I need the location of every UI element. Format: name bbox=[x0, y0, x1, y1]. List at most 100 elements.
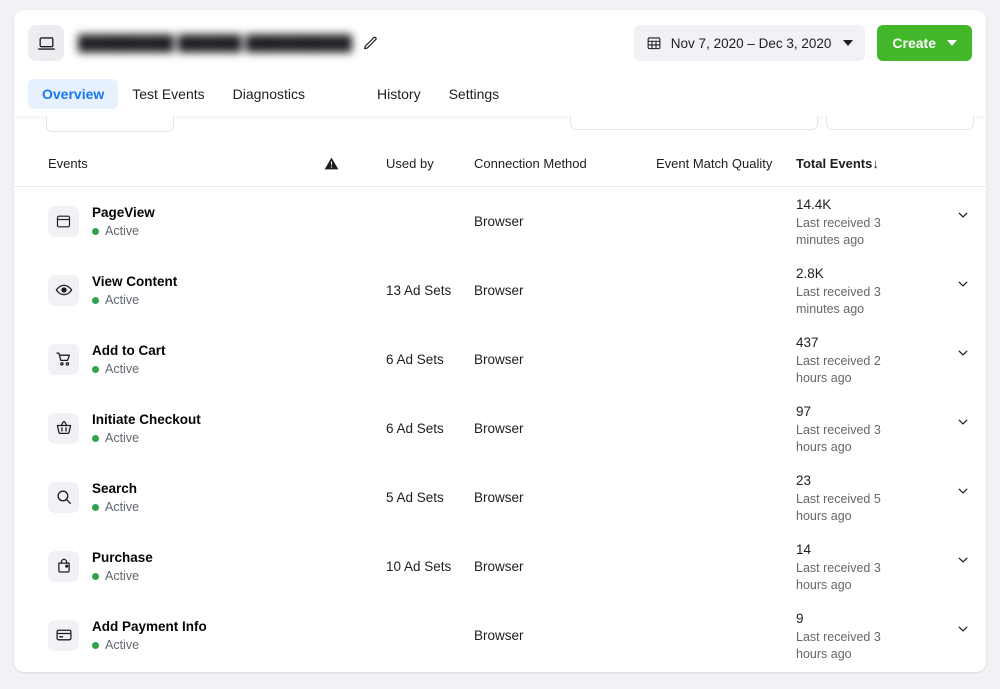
total-events-value: 437 bbox=[796, 334, 819, 350]
status-dot-icon bbox=[92, 365, 99, 373]
column-header-total-events-label: Total Events bbox=[796, 156, 873, 171]
search-icon bbox=[48, 481, 79, 513]
date-range-label: Nov 7, 2020 – Dec 3, 2020 bbox=[670, 35, 832, 51]
create-button[interactable]: Create bbox=[877, 25, 972, 61]
column-header-events[interactable]: Events bbox=[14, 146, 324, 187]
chevron-down-icon[interactable] bbox=[950, 409, 976, 435]
status-label: Active bbox=[105, 224, 140, 239]
pencil-icon[interactable] bbox=[362, 35, 379, 52]
total-events-value: 23 bbox=[796, 472, 812, 488]
event-name: Add Payment Info bbox=[92, 619, 207, 634]
cell-connection-method: Browser bbox=[474, 394, 656, 463]
event-name: Search bbox=[92, 481, 138, 496]
cell-warning bbox=[324, 601, 386, 670]
last-received-label: Last received 3 minutes ago bbox=[796, 215, 881, 247]
used-by-value: 10 Ad Sets bbox=[386, 558, 452, 574]
last-received-label: Last received 3 hours ago bbox=[796, 629, 881, 661]
cell-total-events: 14 Last received 3 hours ago bbox=[796, 532, 986, 601]
table-row[interactable]: View Content Active 13 Ad Sets Browser 2… bbox=[14, 256, 986, 325]
cell-warning bbox=[324, 256, 386, 325]
events-manager-card: █████████ ██████ ██████████ Nov 7, 2020 … bbox=[14, 10, 986, 672]
cell-event: PageView Active bbox=[14, 187, 324, 256]
shopping-bag-icon bbox=[48, 550, 79, 582]
chevron-down-icon bbox=[947, 40, 957, 46]
chevron-down-icon[interactable] bbox=[950, 271, 976, 297]
tab-bar: Overview Test Events Diagnostics History… bbox=[14, 76, 986, 112]
shopping-cart-icon bbox=[48, 343, 79, 375]
used-by-value: 6 Ad Sets bbox=[386, 420, 444, 436]
column-header-connection-method[interactable]: Connection Method bbox=[474, 146, 656, 187]
tab-overview[interactable]: Overview bbox=[28, 79, 119, 109]
chevron-down-icon[interactable] bbox=[950, 202, 976, 228]
cell-warning bbox=[324, 187, 386, 256]
chevron-down-icon[interactable] bbox=[950, 340, 976, 366]
tab-settings[interactable]: Settings bbox=[435, 79, 514, 109]
status-dot-icon bbox=[92, 641, 99, 649]
cell-connection-method: Browser bbox=[474, 187, 656, 256]
date-range-picker[interactable]: Nov 7, 2020 – Dec 3, 2020 bbox=[633, 25, 866, 61]
cell-used-by: 13 Ad Sets bbox=[386, 256, 474, 325]
connection-method-value: Browser bbox=[474, 420, 524, 436]
cell-event: Add to Cart Active bbox=[14, 325, 324, 394]
status-dot-icon bbox=[92, 572, 99, 580]
cell-warning bbox=[324, 463, 386, 532]
sort-descending-icon: ↓ bbox=[872, 156, 879, 171]
status-label: Active bbox=[105, 569, 140, 583]
table-row[interactable]: Search Active 5 Ad Sets Browser 23 Last … bbox=[14, 463, 986, 532]
connection-method-value: Browser bbox=[474, 627, 524, 643]
column-header-total-events[interactable]: Total Events↓ bbox=[796, 146, 986, 187]
cell-event-match-quality bbox=[656, 394, 796, 463]
cell-event-match-quality bbox=[656, 325, 796, 394]
used-by-value: 13 Ad Sets bbox=[386, 282, 452, 298]
table-row[interactable]: Initiate Checkout Active 6 Ad Sets Brows… bbox=[14, 394, 986, 463]
column-header-warning bbox=[324, 146, 386, 187]
chevron-down-icon[interactable] bbox=[950, 616, 976, 642]
event-name: View Content bbox=[92, 274, 178, 289]
search-input[interactable] bbox=[46, 116, 174, 132]
cell-event-match-quality bbox=[656, 256, 796, 325]
cell-used-by: 6 Ad Sets bbox=[386, 325, 474, 394]
page-root: █████████ ██████ ██████████ Nov 7, 2020 … bbox=[0, 0, 1000, 689]
last-received-label: Last received 3 hours ago bbox=[796, 560, 881, 592]
table-row[interactable]: PageView Active Browser 14.4K Last recei… bbox=[14, 187, 986, 256]
events-table: Events Used by Connection Method Event M… bbox=[14, 146, 986, 670]
tab-diagnostics[interactable]: Diagnostics bbox=[219, 79, 319, 109]
credit-card-icon bbox=[48, 619, 79, 651]
chevron-down-icon[interactable] bbox=[950, 547, 976, 573]
cell-event-match-quality bbox=[656, 532, 796, 601]
eye-icon bbox=[48, 274, 79, 306]
total-events-value: 14.4K bbox=[796, 196, 832, 212]
total-events-value: 14 bbox=[796, 541, 812, 557]
shopping-basket-icon bbox=[48, 412, 79, 444]
cell-event-match-quality bbox=[656, 601, 796, 670]
cell-total-events: 97 Last received 3 hours ago bbox=[796, 394, 986, 463]
cell-warning bbox=[324, 325, 386, 394]
tab-test-events[interactable]: Test Events bbox=[118, 79, 218, 109]
filter-control-a[interactable] bbox=[570, 116, 818, 130]
table-row[interactable]: Add to Cart Active 6 Ad Sets Browser 437… bbox=[14, 325, 986, 394]
status-dot-icon bbox=[92, 434, 99, 442]
cell-connection-method: Browser bbox=[474, 463, 656, 532]
cell-connection-method: Browser bbox=[474, 601, 656, 670]
connection-method-value: Browser bbox=[474, 351, 524, 367]
cell-event-match-quality bbox=[656, 463, 796, 532]
cell-warning bbox=[324, 394, 386, 463]
cell-total-events: 23 Last received 5 hours ago bbox=[796, 463, 986, 532]
cell-used-by: 10 Ad Sets bbox=[386, 532, 474, 601]
page-header: █████████ ██████ ██████████ Nov 7, 2020 … bbox=[14, 10, 986, 76]
table-row[interactable]: Add Payment Info Active Browser 9 Last r… bbox=[14, 601, 986, 670]
event-name: Initiate Checkout bbox=[92, 412, 201, 427]
filter-control-b[interactable] bbox=[826, 116, 974, 130]
last-received-label: Last received 3 hours ago bbox=[796, 422, 881, 454]
column-header-event-match-quality[interactable]: Event Match Quality bbox=[656, 146, 796, 187]
column-header-used-by[interactable]: Used by bbox=[386, 146, 474, 187]
last-received-label: Last received 2 hours ago bbox=[796, 353, 881, 385]
calendar-icon bbox=[646, 35, 662, 51]
table-row[interactable]: Purchase Active 10 Ad Sets Browser 14 La… bbox=[14, 532, 986, 601]
tab-history[interactable]: History bbox=[363, 79, 435, 109]
chevron-down-icon[interactable] bbox=[950, 478, 976, 504]
header-actions: Nov 7, 2020 – Dec 3, 2020 Create bbox=[633, 25, 972, 61]
cell-connection-method: Browser bbox=[474, 256, 656, 325]
status-dot-icon bbox=[92, 296, 99, 304]
cell-event: Initiate Checkout Active bbox=[14, 394, 324, 463]
